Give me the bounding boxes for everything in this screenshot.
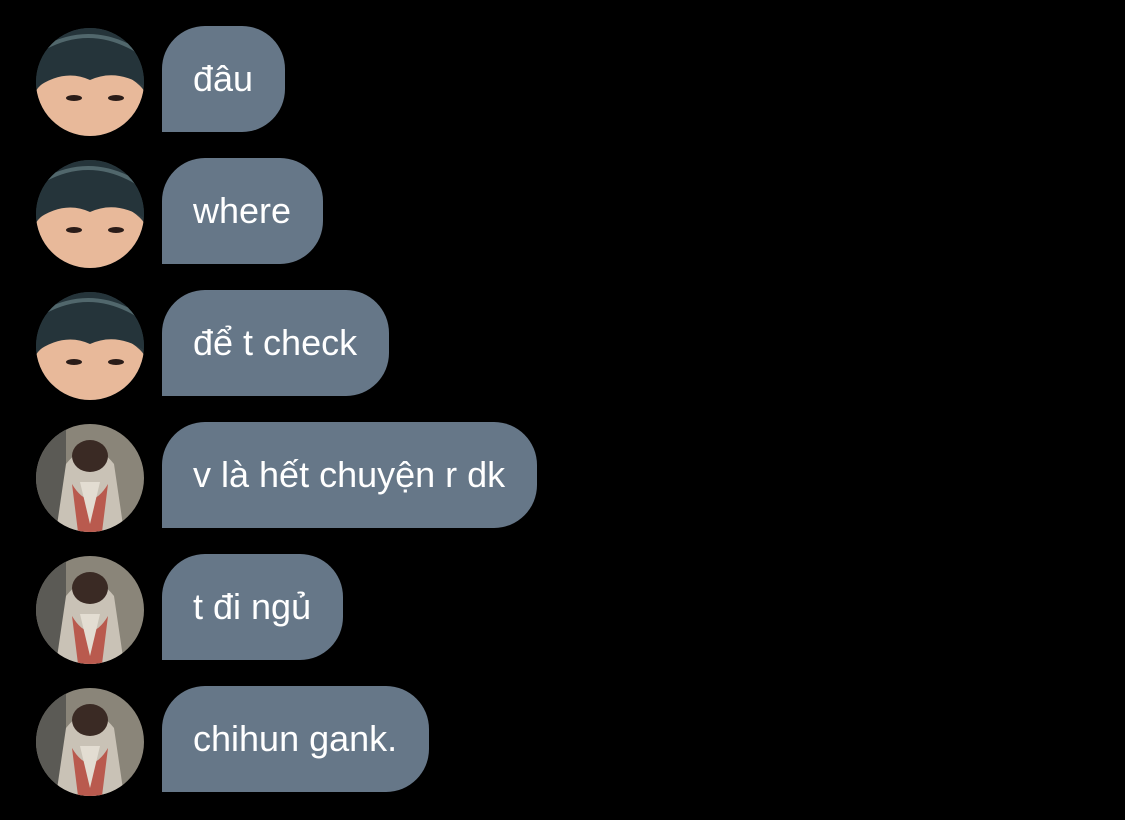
avatar[interactable] (36, 292, 144, 400)
contact-a-avatar-icon (36, 28, 144, 136)
message-bubble[interactable]: v là hết chuyện r dk (162, 422, 538, 528)
avatar[interactable] (36, 424, 144, 532)
message-row: chihun gank. (0, 686, 1125, 796)
contact-a-avatar-icon (36, 292, 144, 400)
message-bubble[interactable]: t đi ngủ (162, 554, 344, 660)
message-bubble[interactable]: đâu (162, 26, 286, 132)
message-row: t đi ngủ (0, 554, 1125, 664)
avatar[interactable] (36, 160, 144, 268)
contact-b-avatar-icon (36, 688, 144, 796)
avatar[interactable] (36, 28, 144, 136)
message-row: where (0, 158, 1125, 268)
message-row: để t check (0, 290, 1125, 400)
message-thread: đâu where để t check v là hết chuyện r d… (0, 0, 1125, 820)
contact-a-avatar-icon (36, 160, 144, 268)
message-bubble[interactable]: chihun gank. (162, 686, 430, 792)
message-bubble[interactable]: where (162, 158, 324, 264)
contact-b-avatar-icon (36, 424, 144, 532)
message-row: đâu (0, 26, 1125, 136)
contact-b-avatar-icon (36, 556, 144, 664)
avatar[interactable] (36, 688, 144, 796)
avatar[interactable] (36, 556, 144, 664)
message-bubble[interactable]: để t check (162, 290, 390, 396)
message-row: v là hết chuyện r dk (0, 422, 1125, 532)
